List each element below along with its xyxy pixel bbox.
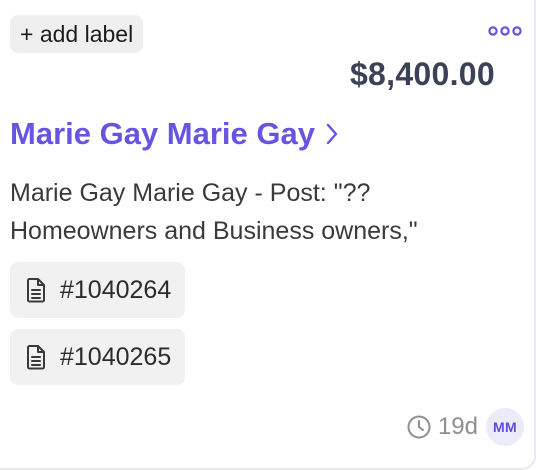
age-text: 19d <box>437 413 478 440</box>
deal-amount: $8,400.00 <box>349 56 495 92</box>
deal-title-link[interactable]: Marie Gay Marie Gay <box>10 116 339 152</box>
reference-chip[interactable]: #1040264 <box>10 262 186 318</box>
deal-description: Marie Gay Marie Gay - Post: "?? Homeowne… <box>10 179 418 245</box>
deal-card[interactable]: + add label $8,400.00 Marie Gay Marie Ga… <box>0 0 536 470</box>
chevron-right-icon <box>326 123 338 145</box>
document-icon <box>27 278 45 303</box>
deal-title: Marie Gay Marie Gay <box>10 116 315 151</box>
reference-label: #1040265 <box>60 342 172 371</box>
avatar[interactable]: MM <box>486 408 524 446</box>
document-icon <box>27 345 45 370</box>
age-indicator: 19d <box>406 413 478 441</box>
clock-icon <box>407 415 431 439</box>
more-options-button[interactable] <box>488 23 522 39</box>
reference-label: #1040264 <box>60 275 172 304</box>
add-label-button[interactable]: + add label <box>10 15 144 53</box>
reference-chip[interactable]: #1040265 <box>10 329 186 385</box>
card-footer: 19d MM <box>406 407 524 447</box>
more-horizontal-icon <box>488 26 522 36</box>
